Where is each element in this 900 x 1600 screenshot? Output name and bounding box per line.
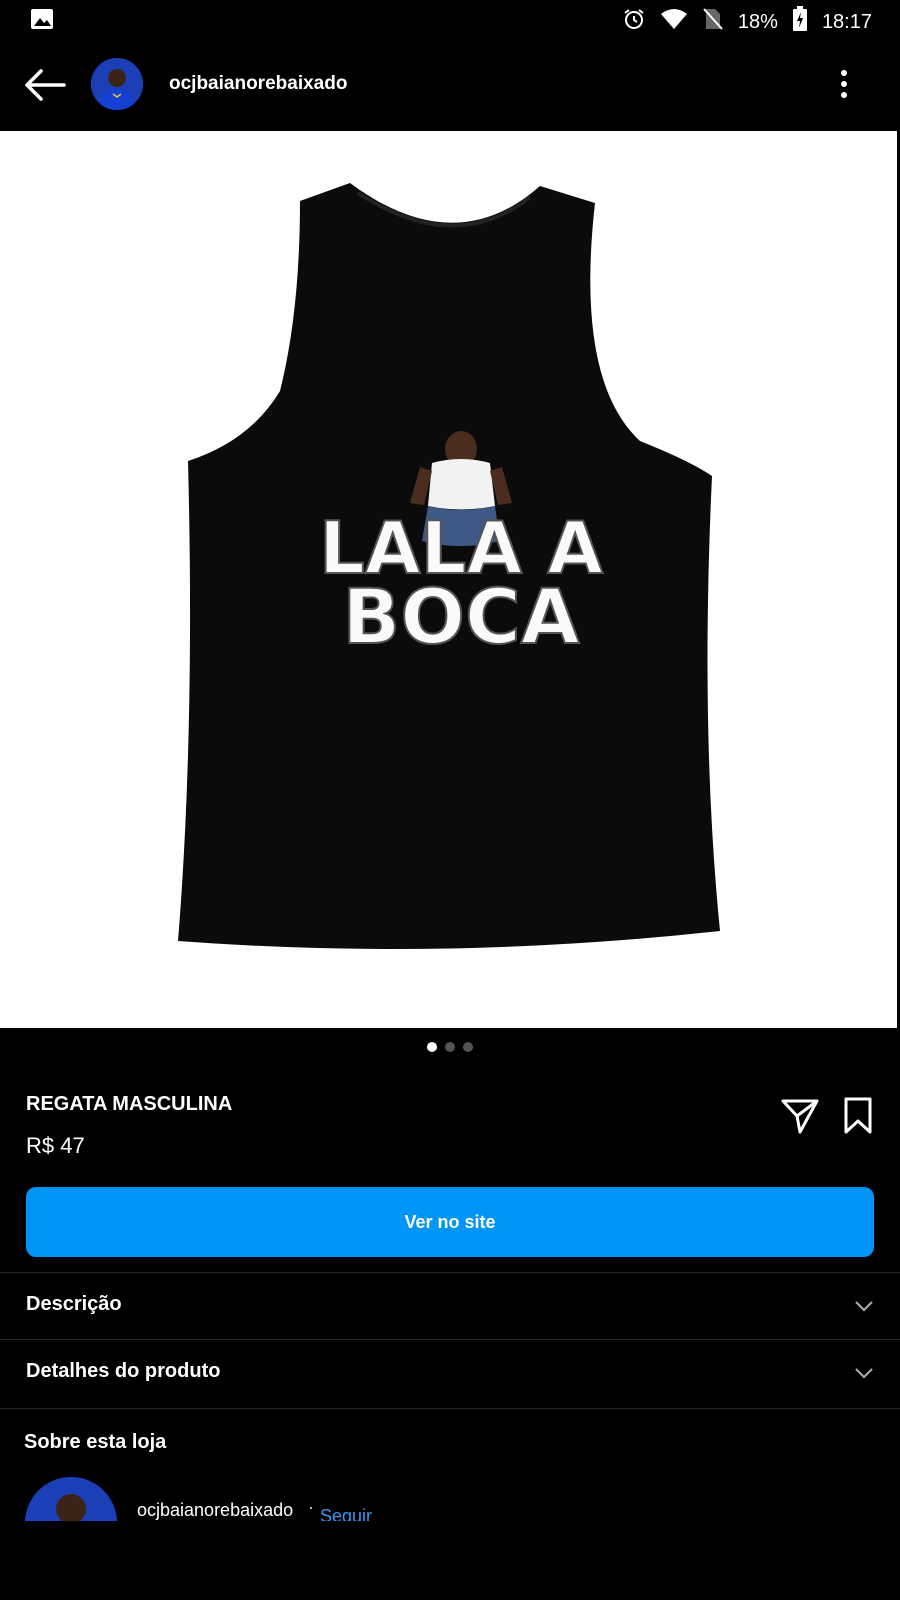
back-arrow-icon[interactable] — [24, 68, 66, 102]
product-details-row[interactable]: Detalhes do produto — [0, 1340, 900, 1406]
description-row[interactable]: Descrição — [0, 1273, 900, 1339]
no-sim-icon — [702, 7, 724, 37]
about-store-title: Sobre esta loja — [24, 1431, 167, 1453]
carousel-dot[interactable] — [427, 1042, 437, 1052]
product-name: REGATA MASCULINA — [26, 1093, 233, 1115]
carousel-dot[interactable] — [463, 1042, 473, 1052]
print-line-2: BOCA — [342, 572, 579, 661]
separator-dot: · — [308, 1497, 314, 1517]
divider — [0, 1408, 900, 1409]
product-image[interactable]: LALA A BOCA — [0, 131, 897, 1028]
profile-avatar[interactable] — [91, 58, 143, 110]
battery-percent: 18% — [737, 10, 778, 33]
battery-charging-icon — [792, 6, 808, 38]
wifi-icon — [660, 8, 688, 36]
view-on-site-button[interactable]: Ver no site — [26, 1187, 874, 1257]
product-details-label: Detalhes do produto — [26, 1360, 221, 1382]
header-username[interactable]: ocjbaianorebaixado — [169, 73, 347, 95]
carousel-dot[interactable] — [445, 1042, 455, 1052]
more-vertical-icon[interactable] — [838, 68, 850, 102]
description-label: Descrição — [26, 1293, 122, 1315]
follow-link[interactable]: Seguir — [320, 1506, 372, 1521]
top-app-bar: ocjbaianorebaixado — [0, 40, 900, 130]
image-icon — [30, 8, 54, 35]
product-price: R$ 47 — [26, 1133, 85, 1158]
send-icon[interactable] — [780, 1096, 820, 1136]
bookmark-icon[interactable] — [841, 1096, 875, 1136]
clock-time: 18:17 — [821, 10, 872, 33]
status-bar: 18% 18:17 — [0, 0, 900, 40]
store-name[interactable]: ocjbaianorebaixado — [137, 1500, 293, 1521]
store-avatar[interactable] — [25, 1477, 117, 1521]
chevron-down-icon — [854, 1299, 874, 1313]
printed-text: LALA A BOCA — [318, 505, 604, 662]
carousel-indicator — [0, 1042, 900, 1052]
store-row: ocjbaianorebaixado · Seguir — [0, 1475, 900, 1521]
alarm-icon — [622, 7, 646, 37]
chevron-down-icon — [854, 1366, 874, 1380]
